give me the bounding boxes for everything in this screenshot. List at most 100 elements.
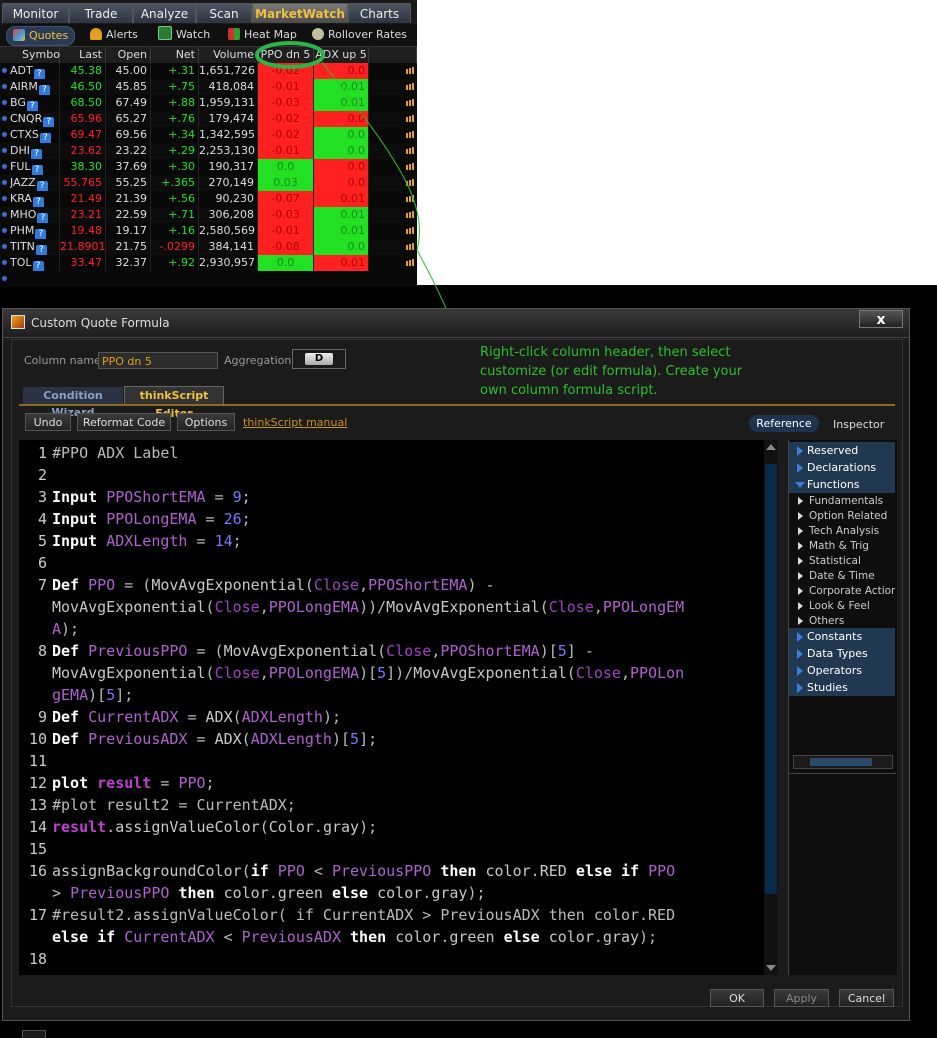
expand-icon bbox=[798, 557, 803, 565]
ref-constants[interactable]: Constants bbox=[789, 628, 895, 645]
hscroll-thumb[interactable] bbox=[810, 758, 872, 766]
expand-icon bbox=[798, 602, 803, 610]
code-line[interactable]: Input PPOLongEMA = 26; bbox=[52, 510, 251, 528]
expand-icon bbox=[797, 632, 803, 642]
expand-icon bbox=[798, 617, 803, 625]
ref-function-label: Others bbox=[809, 615, 845, 627]
scroll-up-icon[interactable] bbox=[766, 444, 776, 450]
aggregation-value: D bbox=[305, 353, 333, 365]
line-number: 14 bbox=[28, 818, 47, 836]
collapse-icon bbox=[795, 482, 805, 488]
app-icon bbox=[11, 315, 25, 329]
connector-line-top bbox=[321, 61, 420, 251]
column-name-input[interactable]: PPO dn 5 bbox=[98, 352, 218, 369]
ref-functions-label: Functions bbox=[807, 478, 860, 491]
expand-icon bbox=[797, 649, 803, 659]
line-number: 8 bbox=[37, 642, 47, 660]
code-line[interactable]: else if CurrentADX < PreviousADX then co… bbox=[52, 928, 657, 946]
thinkscript-manual-link[interactable]: thinkScript manual bbox=[243, 416, 347, 429]
expand-icon bbox=[798, 587, 803, 595]
ref-function-label: Math & Trig bbox=[809, 540, 869, 552]
ref-function-6[interactable]: Corporate Action bbox=[789, 584, 895, 599]
ref-function-5[interactable]: Date & Time bbox=[789, 569, 895, 584]
line-number: 7 bbox=[37, 576, 47, 594]
undo-button[interactable]: Undo bbox=[25, 413, 71, 431]
dialog-title: Custom Quote Formula bbox=[31, 316, 170, 330]
bottom-handle[interactable] bbox=[22, 1030, 46, 1038]
ref-data-types-label: Data Types bbox=[807, 647, 868, 660]
code-line[interactable]: Input ADXLength = 14; bbox=[52, 532, 242, 550]
code-line[interactable]: Def PreviousADX = ADX(ADXLength)[5]; bbox=[52, 730, 377, 748]
code-line[interactable]: Input PPOShortEMA = 9; bbox=[52, 488, 251, 506]
line-number: 9 bbox=[37, 708, 47, 726]
ok-button[interactable]: OK bbox=[710, 989, 764, 1007]
tab-inspector[interactable]: Inspector bbox=[833, 418, 884, 431]
ref-function-label: Corporate Action bbox=[809, 585, 895, 597]
ref-function-0[interactable]: Fundamentals bbox=[789, 494, 895, 509]
code-line[interactable]: #PPO ADX Label bbox=[52, 444, 178, 462]
code-line[interactable]: plot result = PPO; bbox=[52, 774, 215, 792]
code-line[interactable]: A); bbox=[52, 620, 79, 638]
line-number: 10 bbox=[28, 730, 47, 748]
apply-button[interactable]: Apply bbox=[774, 989, 829, 1007]
tab-reference[interactable]: Reference bbox=[749, 415, 819, 432]
line-number: 18 bbox=[28, 950, 47, 968]
line-number: 12 bbox=[28, 774, 47, 792]
highlight-circle bbox=[255, 41, 325, 69]
ref-function-2[interactable]: Tech Analysis bbox=[789, 524, 895, 539]
reference-panel: Reserved Words Declarations Functions Fu… bbox=[788, 440, 897, 975]
line-number: 5 bbox=[37, 532, 47, 550]
code-line[interactable]: MovAvgExponential(Close,PPOLongEMA))/Mov… bbox=[52, 598, 684, 616]
ref-operators[interactable]: Operators bbox=[789, 662, 895, 679]
tab-thinkscript-editor[interactable]: thinkScript Editor bbox=[124, 386, 224, 420]
aggregation-label: Aggregation: bbox=[224, 354, 296, 367]
expand-icon bbox=[798, 542, 803, 550]
cancel-button[interactable]: Cancel bbox=[839, 989, 894, 1007]
code-line[interactable]: #plot result2 = CurrentADX; bbox=[52, 796, 296, 814]
scroll-down-icon[interactable] bbox=[766, 965, 776, 971]
line-number: 16 bbox=[28, 862, 47, 880]
ref-function-7[interactable]: Look & Feel bbox=[789, 599, 895, 614]
code-line[interactable]: #result2.assignValueColor( if CurrentADX… bbox=[52, 906, 675, 924]
close-button[interactable]: x bbox=[859, 310, 903, 328]
ref-function-1[interactable]: Option Related bbox=[789, 509, 895, 524]
aggregation-select[interactable]: D bbox=[292, 349, 346, 369]
reformat-code-button[interactable]: Reformat Code bbox=[77, 413, 171, 431]
expand-icon bbox=[797, 463, 803, 473]
reference-divider bbox=[789, 773, 896, 774]
custom-quote-formula-dialog: Custom Quote Formula x Column name: PPO … bbox=[2, 308, 910, 1021]
ref-function-label: Look & Feel bbox=[809, 600, 870, 612]
code-line[interactable]: gEMA)[5]; bbox=[52, 686, 133, 704]
dialog-title-bar: Custom Quote Formula x bbox=[3, 309, 909, 338]
ref-reserved-words[interactable]: Reserved Words bbox=[789, 442, 895, 474]
expand-icon bbox=[797, 666, 803, 676]
expand-icon bbox=[798, 512, 803, 520]
code-line[interactable]: result.assignValueColor(Color.gray); bbox=[52, 818, 377, 836]
tab-condition-wizard[interactable]: Condition Wizard bbox=[23, 387, 123, 419]
line-number: 4 bbox=[37, 510, 47, 528]
ref-function-label: Fundamentals bbox=[809, 495, 884, 507]
ref-studies[interactable]: Studies bbox=[789, 679, 895, 696]
code-line[interactable]: Def PPO = (MovAvgExponential(Close,PPOSh… bbox=[52, 576, 495, 594]
code-line[interactable]: Def PreviousPPO = (MovAvgExponential(Clo… bbox=[52, 642, 594, 660]
code-line[interactable]: > PreviousPPO then color.green else colo… bbox=[52, 884, 486, 902]
ref-function-3[interactable]: Math & Trig bbox=[789, 539, 895, 554]
ref-declarations-label: Declarations bbox=[807, 461, 877, 474]
code-line[interactable]: assignBackgroundColor(if PPO < PreviousP… bbox=[52, 862, 675, 880]
reference-hscroll[interactable] bbox=[793, 755, 893, 769]
line-number: 2 bbox=[37, 466, 47, 484]
ref-functions[interactable]: Functions bbox=[789, 476, 895, 493]
expand-icon bbox=[798, 497, 803, 505]
line-number: 17 bbox=[28, 906, 47, 924]
code-line[interactable]: MovAvgExponential(Close,PPOLongEMA)[5])/… bbox=[52, 664, 684, 682]
ref-function-8[interactable]: Others bbox=[789, 614, 895, 629]
editor-scrollbar[interactable] bbox=[764, 440, 778, 975]
code-line[interactable]: Def CurrentADX = ADX(ADXLength); bbox=[52, 708, 341, 726]
scroll-thumb[interactable] bbox=[765, 464, 777, 894]
ref-declarations[interactable]: Declarations bbox=[789, 459, 895, 476]
ref-function-label: Date & Time bbox=[809, 570, 875, 582]
code-editor[interactable]: 1 #PPO ADX Label 2 3 Input PPOShortEMA = 9; 4… bbox=[19, 440, 764, 975]
ref-data-types[interactable]: Data Types bbox=[789, 645, 895, 662]
options-button[interactable]: Options bbox=[177, 413, 235, 431]
ref-function-4[interactable]: Statistical bbox=[789, 554, 895, 569]
